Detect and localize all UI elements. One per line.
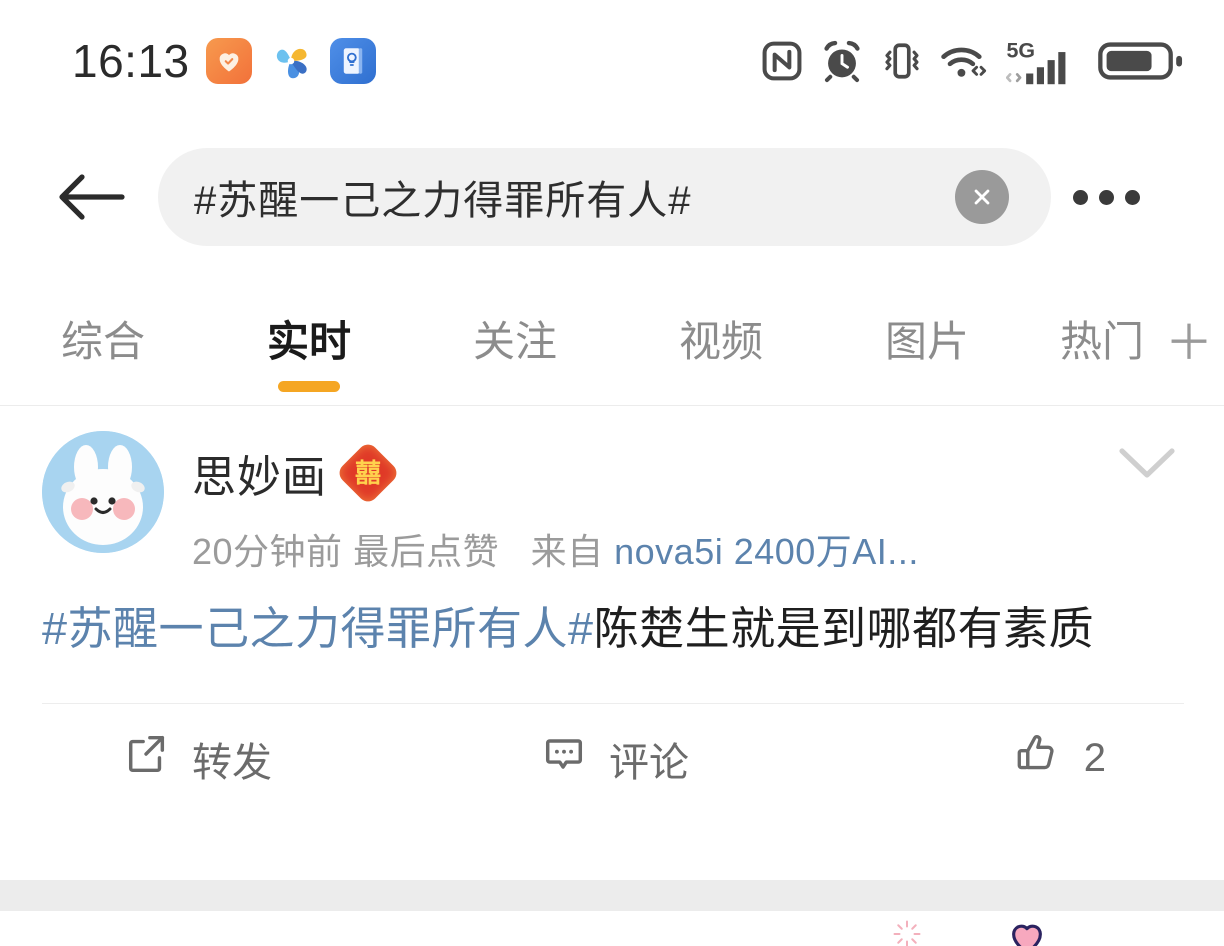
post-actions: 转发 评论 2 [0,704,1224,814]
tab-label: 关注 [472,317,557,365]
comment-button[interactable]: 评论 [451,730,778,788]
status-bar: 16:13 5G [0,0,1224,122]
tab-label: 热门 [1060,317,1145,365]
next-post-peek [0,911,1224,946]
notebook-app-icon [329,38,376,84]
nfc-icon [760,39,804,83]
post-meta-extra: 最后点赞 [353,531,500,572]
post-text: 陈楚生就是到哪都有素质 [593,603,1095,654]
more-dot-2 [1098,189,1114,205]
status-bar-left: 16:13 [72,34,376,88]
battery-icon [1098,39,1184,83]
signal-5g-icon: 5G [1006,36,1082,86]
tab-following[interactable]: 关注 [412,288,618,388]
post-time: 20分钟前 [192,531,343,572]
share-label: 转发 [192,740,272,785]
tab-label: 视频 [678,317,763,365]
back-button[interactable] [42,147,142,247]
tab-comprehensive[interactable]: 综合 [0,288,206,388]
search-header: #苏醒一己之力得罪所有人# [0,132,1224,262]
tab-label: 图片 [884,317,969,365]
share-button[interactable]: 转发 [48,730,451,788]
more-dot-3 [1124,189,1140,205]
svg-text:5G: 5G [1007,38,1036,62]
comment-icon [541,731,587,787]
health-app-icon [205,38,252,84]
post-card: 思妙画 囍 20分钟前 最后点赞 来自 nova5i 2400万AI... #苏… [0,407,1224,814]
post-header-text: 思妙画 囍 20分钟前 最后点赞 来自 nova5i 2400万AI... [192,431,1184,575]
more-dot-1 [1072,189,1088,205]
share-icon [124,731,170,787]
like-button[interactable]: 2 [779,729,1176,789]
badge-char: 囍 [354,457,382,488]
tab-realtime[interactable]: 实时 [206,288,412,392]
search-input-value[interactable]: #苏醒一己之力得罪所有人# [194,168,955,226]
tab-label: 实时 [266,317,351,365]
like-count: 2 [1083,736,1106,781]
avatar[interactable] [42,431,164,553]
post-author-row: 思妙画 囍 [192,440,1184,506]
status-bar-right: 5G [760,36,1184,86]
post-header: 思妙画 囍 20分钟前 最后点赞 来自 nova5i 2400万AI... [0,407,1224,575]
thumbs-up-icon [1012,729,1062,789]
vibrate-icon [880,39,924,83]
search-tabs: 综合 实时 关注 视频 图片 热门 ＋ [0,288,1224,406]
post-author-name[interactable]: 思妙画 [192,441,327,505]
post-meta: 20分钟前 最后点赞 来自 nova5i 2400万AI... [192,523,1184,575]
sparkle-icon [890,919,924,946]
post-hashtag-link[interactable]: #苏醒一己之力得罪所有人# [42,603,594,654]
section-divider-band [0,880,1224,911]
post-source-link[interactable]: nova5i 2400万AI... [614,531,919,572]
weibo-search-screen: 16:13 5G #苏醒一己之力得罪所有人# 综合 实时 关注 视频 图片 热门… [0,0,1224,946]
tab-video[interactable]: 视频 [618,288,824,388]
post-content: #苏醒一己之力得罪所有人#陈楚生就是到哪都有素质 [0,575,1224,661]
add-tab-icon[interactable]: ＋ [1154,288,1224,388]
heart-balloon-icon [1006,915,1048,946]
status-time: 16:13 [72,35,190,87]
tab-images[interactable]: 图片 [824,288,1030,388]
active-tab-indicator [278,381,340,392]
tab-label: 综合 [60,317,145,365]
post-source-prefix: 来自 [530,531,604,572]
tab-hot[interactable]: 热门 [1030,288,1154,388]
alarm-icon [820,39,864,83]
chevron-down-icon[interactable] [1116,443,1178,488]
wifi-icon [940,39,990,83]
clear-search-icon[interactable] [955,170,1009,224]
festival-badge-icon[interactable]: 囍 [335,440,401,506]
more-options-button[interactable] [1051,147,1161,247]
comment-label: 评论 [608,740,689,785]
search-input[interactable]: #苏醒一己之力得罪所有人# [158,148,1051,246]
pinwheel-app-icon [268,38,314,84]
